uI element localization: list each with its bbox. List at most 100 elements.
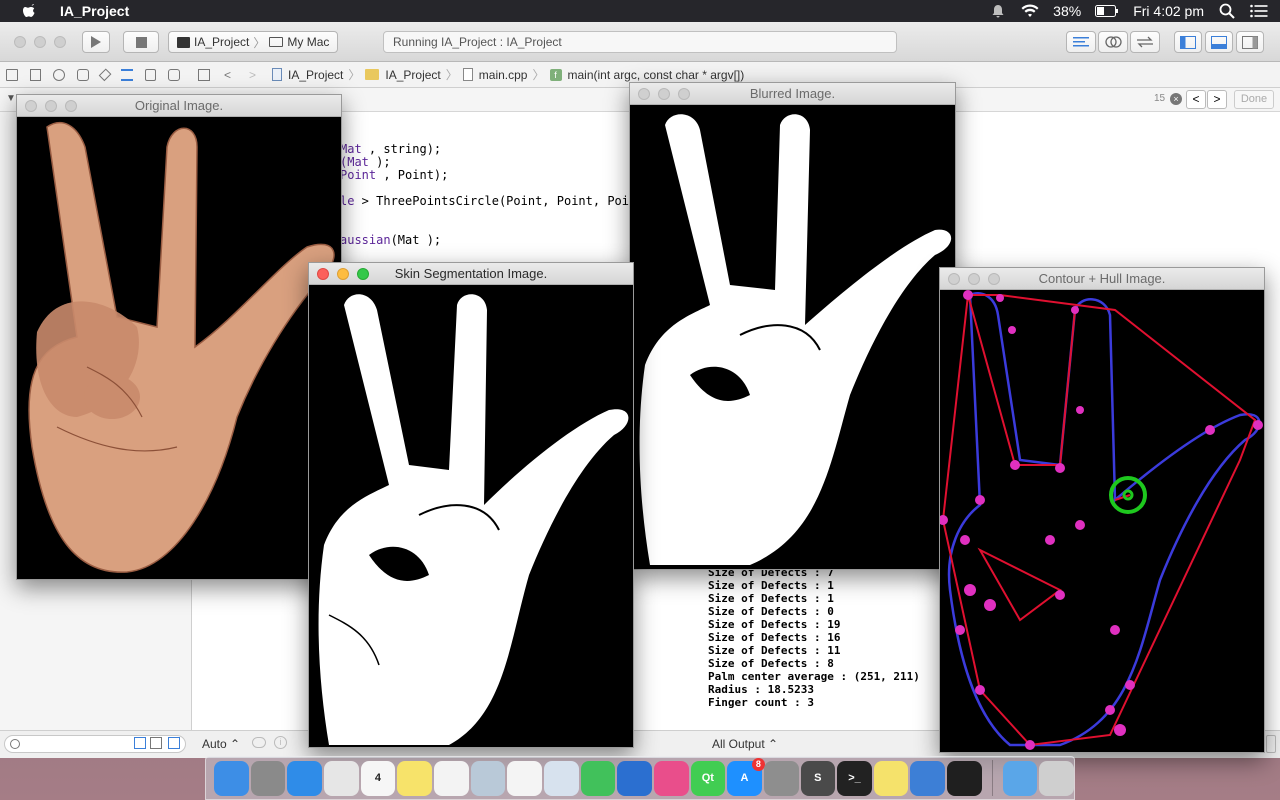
previous-match-button[interactable]: < — [1186, 90, 1206, 109]
trash-output-button[interactable] — [1266, 735, 1276, 753]
back-button[interactable]: < — [224, 68, 231, 82]
standard-editor-button[interactable] — [1066, 31, 1096, 53]
jump-group[interactable]: IA_Project — [385, 68, 440, 82]
minimize-button[interactable] — [968, 273, 980, 285]
dock-chrome-icon[interactable] — [323, 760, 359, 796]
dock-keynote-icon[interactable] — [617, 760, 652, 796]
recent-files-icon[interactable] — [134, 737, 146, 749]
test-icon[interactable] — [98, 67, 112, 82]
dock-facetime-icon[interactable] — [580, 760, 616, 796]
dock-launchpad-icon[interactable] — [250, 760, 286, 796]
console-line: Size of Defects : 1 — [708, 592, 834, 605]
notification-bell-icon[interactable] — [989, 3, 1007, 19]
clock[interactable]: Fri 4:02 pm — [1133, 3, 1204, 19]
active-app-name[interactable]: IA_Project — [60, 3, 129, 19]
zoom-button[interactable] — [988, 273, 1000, 285]
contour-hull-window[interactable]: Contour + Hull Image. — [939, 267, 1265, 753]
jump-function[interactable]: main(int argc, const char * argv[]) — [568, 68, 745, 82]
hierarchy-icon[interactable] — [29, 68, 42, 81]
dock-terminal-icon[interactable]: >_ — [837, 760, 872, 796]
window-titlebar[interactable]: Skin Segmentation Image. — [309, 263, 633, 285]
minimize-button[interactable] — [337, 268, 349, 280]
report-icon[interactable] — [168, 68, 180, 81]
assistant-icon — [1105, 36, 1122, 48]
output-filter-selector[interactable]: All Output ⌃ — [712, 737, 778, 751]
minimize-button[interactable] — [45, 100, 57, 112]
breakpoint-icon[interactable] — [144, 68, 157, 81]
zoom-button[interactable] — [65, 100, 77, 112]
eye-icon[interactable] — [252, 737, 266, 748]
dock-safari-icon[interactable] — [287, 760, 322, 796]
dock-qt-creator-icon[interactable]: Qt — [690, 760, 726, 796]
dock-preview-icon[interactable] — [470, 760, 506, 796]
wifi-icon[interactable] — [1021, 3, 1039, 19]
warning-icon[interactable] — [77, 68, 89, 81]
zoom-button[interactable] — [357, 268, 369, 280]
clear-search-icon[interactable]: × — [1170, 93, 1182, 105]
version-editor-button[interactable] — [1130, 31, 1160, 53]
dock-icon-label: Qt — [701, 772, 714, 784]
battery-icon[interactable] — [1095, 3, 1119, 19]
debug-icon[interactable] — [121, 68, 133, 81]
window-titlebar[interactable]: Contour + Hull Image. — [940, 268, 1264, 290]
dock-reminders-icon[interactable] — [433, 760, 469, 796]
stop-button[interactable] — [123, 31, 159, 53]
dock-xcode-icon[interactable] — [910, 760, 946, 796]
dock-trash-icon[interactable] — [1039, 760, 1075, 796]
jump-project[interactable]: IA_Project — [288, 68, 343, 82]
toggle-debug-area-button[interactable] — [1205, 31, 1233, 53]
dock-notes-icon[interactable] — [397, 760, 432, 796]
code-line: Mat , string); — [340, 142, 442, 156]
toggle-navigator-button[interactable] — [1174, 31, 1202, 53]
info-icon[interactable]: i — [274, 736, 287, 749]
window-zoom-button[interactable] — [54, 36, 66, 48]
scheme-selector[interactable]: IA_Project 〉 My Mac — [168, 31, 339, 53]
minimize-button[interactable] — [658, 88, 670, 100]
dock-system-preferences-icon[interactable] — [763, 760, 799, 796]
forward-button[interactable]: > — [249, 68, 256, 82]
dock-photos-icon[interactable] — [507, 760, 542, 796]
dock-sublime-text-icon[interactable]: S — [800, 760, 836, 796]
dock-itunes-icon[interactable] — [653, 760, 689, 796]
blurred-image-window[interactable]: Blurred Image. — [629, 82, 956, 570]
window-minimize-button[interactable] — [34, 36, 46, 48]
disclosure-triangle-icon[interactable]: ▼ — [6, 93, 16, 104]
source-control-icon[interactable] — [150, 737, 162, 749]
scope-icon[interactable] — [168, 737, 180, 749]
dock-downloads-folder-icon[interactable] — [1002, 760, 1038, 796]
skin-segmentation-window[interactable]: Skin Segmentation Image. — [308, 262, 634, 748]
spotlight-search-icon[interactable] — [1218, 3, 1236, 19]
window-titlebar[interactable]: Blurred Image. — [630, 83, 955, 105]
variables-view-selector[interactable]: Auto ⌃ — [202, 737, 240, 751]
dock-preview-2-icon[interactable] — [543, 760, 579, 796]
battery-percent[interactable]: 38% — [1053, 3, 1081, 19]
assistant-editor-button[interactable] — [1098, 31, 1128, 53]
notification-center-icon[interactable] — [1250, 3, 1268, 19]
find-count: 15 — [1154, 93, 1166, 104]
laptop-icon — [269, 37, 284, 47]
apple-icon[interactable] — [20, 3, 42, 19]
window-close-button[interactable] — [14, 36, 26, 48]
next-match-button[interactable]: > — [1207, 90, 1227, 109]
folder-icon[interactable] — [6, 68, 18, 81]
dock-app-store-icon[interactable]: A8 — [727, 757, 765, 796]
close-button[interactable] — [948, 273, 960, 285]
zoom-button[interactable] — [678, 88, 690, 100]
close-button[interactable] — [25, 100, 37, 112]
dock-console-icon[interactable] — [947, 760, 982, 796]
close-button[interactable] — [638, 88, 650, 100]
original-image-window[interactable]: Original Image. — [16, 94, 342, 580]
toggle-utilities-button[interactable] — [1236, 31, 1264, 53]
dock-stickies-icon[interactable] — [873, 760, 909, 796]
search-icon[interactable] — [53, 68, 66, 81]
jump-file[interactable]: main.cpp — [479, 68, 528, 82]
run-button[interactable] — [82, 31, 110, 53]
related-items-icon[interactable] — [198, 68, 210, 81]
close-button[interactable] — [317, 268, 329, 280]
right-panel-icon — [1242, 35, 1258, 49]
find-done-button[interactable]: Done — [1234, 90, 1274, 109]
window-titlebar[interactable]: Original Image. — [17, 95, 341, 117]
dock-finder-icon[interactable] — [214, 760, 249, 796]
dock-calendar-icon[interactable]: 4 — [360, 760, 396, 796]
console-output[interactable]: Size of Defects : 7 Size of Defects : 1 … — [703, 566, 939, 726]
